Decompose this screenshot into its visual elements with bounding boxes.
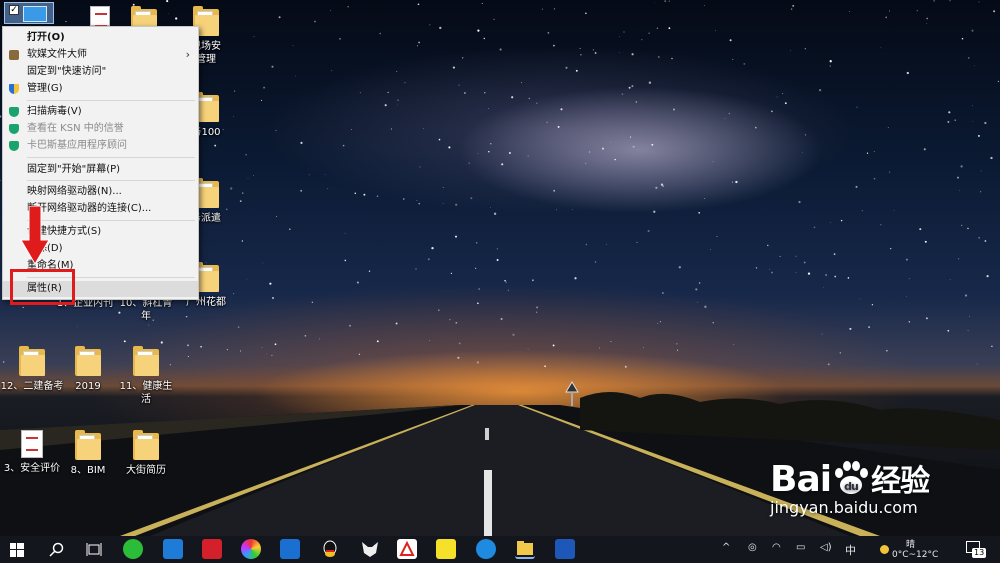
desktop-icon-2019[interactable]: 2019 (56, 346, 120, 393)
menu-item-ruanmei[interactable]: 软媒文件大师 › (3, 47, 198, 63)
tray-app-icon[interactable]: ◎ (748, 542, 757, 553)
news-app-icon[interactable] (280, 539, 300, 559)
desktop-icon-label: 3、安全评价 (3, 463, 61, 474)
menu-item-scan-virus[interactable]: 扫描病毒(V) (3, 104, 198, 120)
vpn-app-icon[interactable] (555, 539, 575, 559)
svg-text:du: du (844, 480, 858, 493)
menu-item-pin-quick-access[interactable]: 固定到"快速访问" (3, 64, 198, 80)
desktop-icon-label: 12、二建备考 (0, 381, 64, 392)
kaspersky-icon (9, 124, 19, 134)
file-explorer-icon[interactable] (515, 539, 535, 559)
tray-expand-icon[interactable]: ^ (722, 542, 730, 553)
menu-separator (27, 100, 195, 101)
windows-start-icon[interactable] (10, 543, 24, 557)
ie-browser-icon[interactable] (476, 539, 496, 559)
desktop-icon-jiankang[interactable]: 11、健康生 活 (114, 346, 178, 406)
desktop-icon-xiegang[interactable]: 10、斜杠青 年 (114, 297, 178, 323)
desktop-icon-label: 大街简历 (126, 465, 166, 476)
menu-item-kaspersky-advisor[interactable]: 卡巴斯基应用程序顾问 (3, 138, 198, 154)
fox-app-icon[interactable] (360, 539, 380, 559)
ruanmei-icon (9, 50, 19, 60)
highlight-box (10, 269, 75, 305)
selection-checkbox[interactable]: ✓ (9, 5, 19, 15)
desktop-icon-label: 10、斜杠青 年 (119, 298, 173, 322)
it-app-icon[interactable] (202, 539, 222, 559)
desktop-icon-label: 11、健康生 活 (119, 381, 173, 405)
desktop-icon-dajie[interactable]: 大街简历 (114, 430, 178, 477)
baidu-jingyan-watermark: Bai du 经验 jingyan.baidu.com (770, 459, 930, 517)
paw-icon: du (835, 461, 869, 494)
chrome-like-icon[interactable] (241, 539, 261, 559)
chevron-right-icon: › (185, 48, 190, 61)
qq-icon[interactable] (320, 539, 340, 559)
kaspersky-icon (9, 141, 19, 151)
wifi-icon[interactable]: ◠ (772, 542, 781, 553)
menu-separator (27, 220, 195, 221)
menu-item-map-drive[interactable]: 映射网络驱动器(N)... (3, 184, 198, 200)
pdf-reader-icon[interactable] (397, 539, 417, 559)
menu-separator (27, 157, 195, 158)
menu-item-pin-start[interactable]: 固定到"开始"屏幕(P) (3, 162, 198, 178)
desktop-icon-erjian[interactable]: 12、二建备考 (0, 346, 64, 393)
this-pc-icon-selected[interactable]: ✓ (4, 2, 54, 24)
menu-item-open[interactable]: 打开(O) (3, 30, 198, 46)
volume-icon[interactable]: ◁) (820, 542, 832, 553)
shield-uac-icon (9, 84, 19, 94)
notification-badge: 13 (972, 548, 987, 558)
desktop-icon-anquan[interactable]: 3、安全评价 (0, 430, 64, 475)
flash-app-icon[interactable] (436, 539, 456, 559)
menu-separator (27, 180, 195, 181)
search-icon[interactable] (49, 542, 65, 558)
red-arrow-down-icon (20, 206, 50, 265)
taskbar: ^ ◎ ◠ ▭ ◁) 中 晴 0°C~12°C 13 (0, 536, 1000, 563)
wechat-icon[interactable] (123, 539, 143, 559)
desktop-icon-label: 2019 (75, 381, 101, 392)
calendar-app-icon[interactable] (163, 539, 183, 559)
desktop-icon-label: 8、BIM (70, 465, 106, 476)
ime-indicator[interactable]: 中 (845, 542, 856, 558)
menu-item-ksn[interactable]: 查看在 KSN 中的信誉 (3, 121, 198, 137)
monitor-icon (23, 6, 47, 22)
desktop-icon-bim[interactable]: 8、BIM (56, 430, 120, 477)
menu-item-manage[interactable]: 管理(G) (3, 81, 198, 97)
battery-icon[interactable]: ▭ (796, 542, 805, 553)
weather-label[interactable]: 晴 (906, 537, 915, 550)
weather-temp[interactable]: 0°C~12°C (892, 550, 938, 560)
task-view-icon[interactable] (86, 542, 102, 558)
kaspersky-icon (9, 107, 19, 117)
sun-icon (880, 545, 889, 554)
